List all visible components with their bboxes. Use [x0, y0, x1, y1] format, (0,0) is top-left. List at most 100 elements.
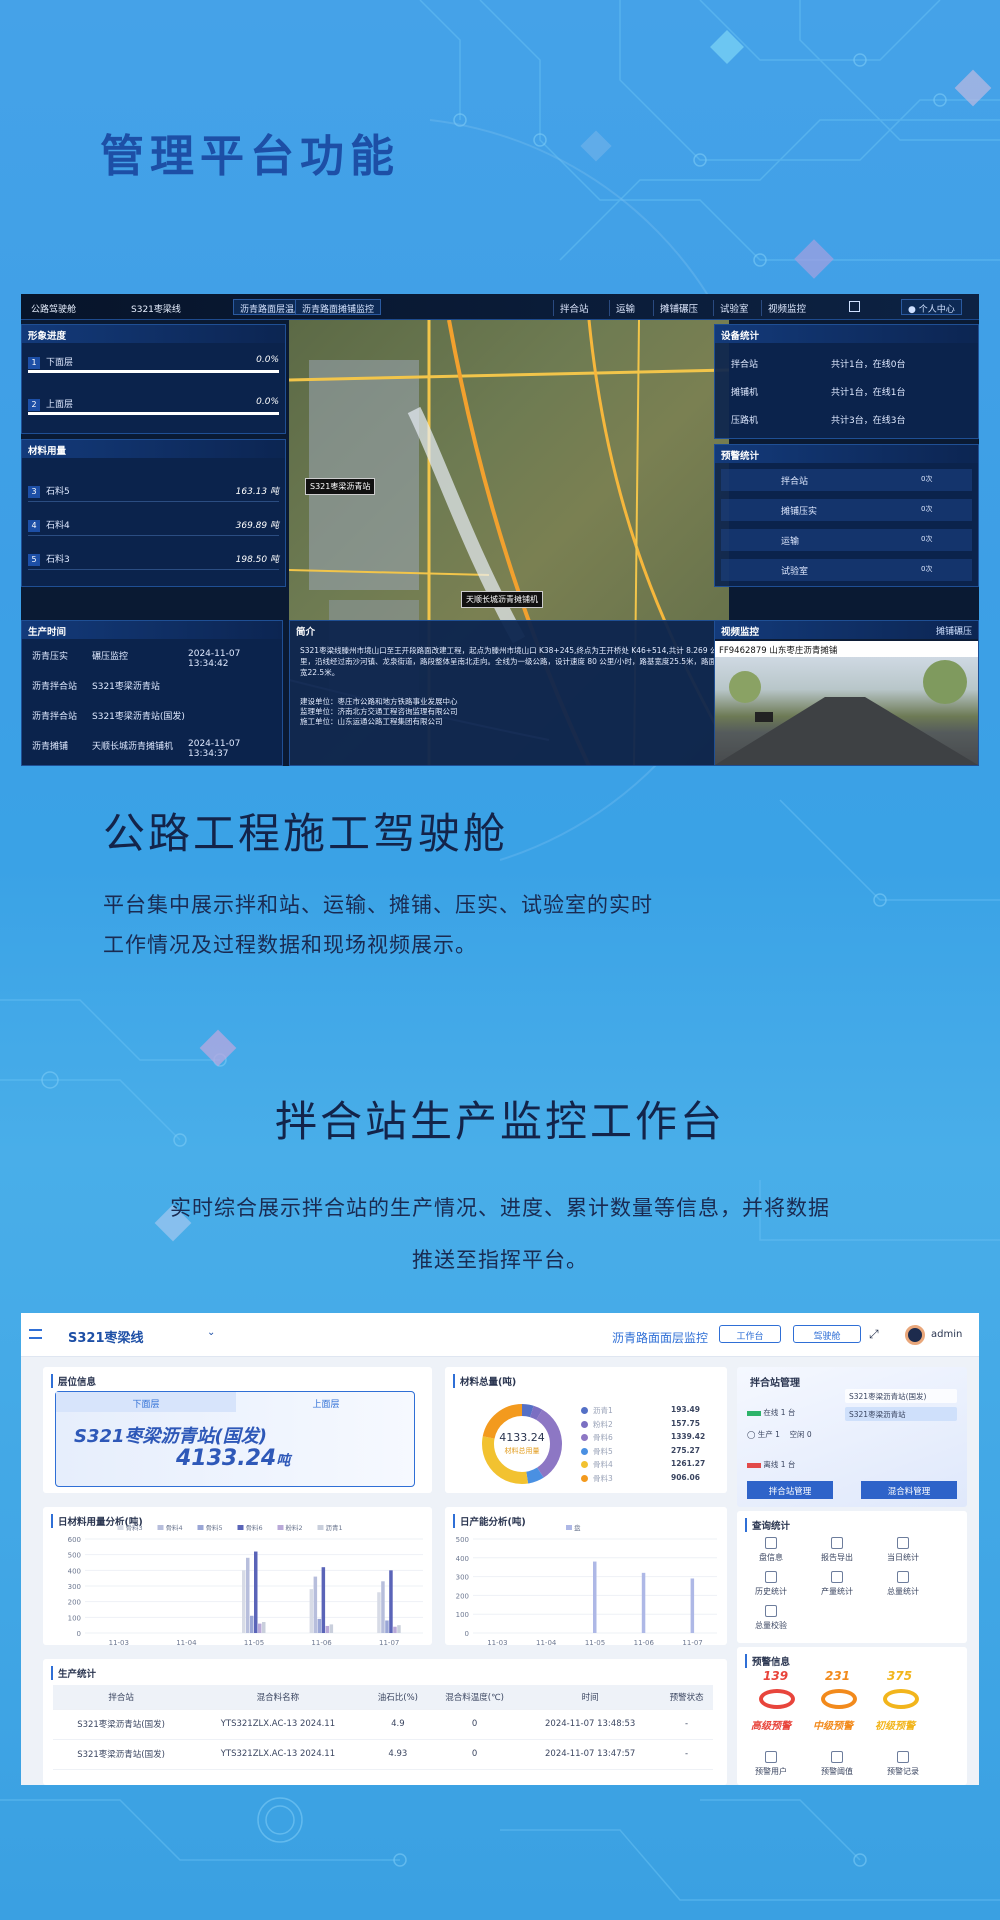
station-list-item[interactable]: S321枣梁沥青站	[845, 1407, 957, 1421]
bar	[393, 1626, 397, 1633]
calendar-icon	[897, 1537, 909, 1549]
query-item[interactable]: 报告导出	[807, 1537, 867, 1563]
avatar[interactable]	[905, 1325, 925, 1345]
material-donut-chart	[482, 1404, 562, 1484]
username[interactable]: admin	[931, 1329, 962, 1340]
x-tick-label: 11-06	[634, 1639, 655, 1645]
legend-swatch	[237, 1525, 244, 1530]
section-title-cockpit: 公路工程施工驾驶舱	[103, 809, 509, 858]
video-select[interactable]: 摊铺碾压	[936, 624, 972, 637]
row-device: 碾压监控	[92, 652, 129, 662]
desc-line: 平台集中展示拌和站、运输、摊铺、压实、试验室的实时	[103, 893, 653, 917]
offline-indicator-icon	[747, 1462, 761, 1468]
user-center-label: 个人中心	[918, 305, 955, 315]
mixing-station-monitor-screenshot: S321枣梁线 ⌄ 沥青路面面层监控 工作台 驾驶舱 ⤢ admin 层位信息 …	[21, 1313, 979, 1785]
x-tick-label: 11-05	[585, 1639, 605, 1645]
row-label: 石料5	[46, 487, 70, 497]
map-label-paver[interactable]: 天顺长城沥青摊铺机	[461, 591, 543, 608]
x-tick-label: 11-03	[487, 1639, 507, 1645]
material-row: 5 石料3 198.50 吨	[28, 548, 279, 570]
bar	[313, 1576, 318, 1633]
nav-transport[interactable]: 运输	[609, 300, 641, 316]
chevron-down-icon[interactable]: ⌄	[207, 1327, 215, 1338]
alert-level-label[interactable]: 高级预警	[751, 1717, 791, 1732]
legend-value: 275.27	[671, 1445, 700, 1455]
row-label: 拌合站	[781, 477, 809, 487]
alert-action[interactable]: 预警阈值	[807, 1751, 867, 1777]
table-row[interactable]: S321枣梁沥青站(国发) YTS321ZLX.AC-13 2024.11 4.9 0…	[53, 1709, 713, 1740]
intro-units: 建设单位：枣庄市公路和地方铁路事业发展中心 监理单位：济南北方交通工程咨询监理有…	[300, 697, 458, 727]
query-item-label: 总量校验	[755, 1621, 787, 1630]
alert-action[interactable]: 预警记录	[873, 1751, 933, 1777]
construction-cockpit-screenshot: 公路驾驶舱 S321枣梁线 沥青路面层温度监控 沥青路面摊铺监控 拌合站 运输 …	[21, 294, 979, 766]
project-select[interactable]: S321枣梁线	[68, 1327, 144, 1346]
query-item[interactable]: 当日统计	[873, 1537, 933, 1563]
legend-swatch	[197, 1525, 204, 1530]
nav-lab[interactable]: 试验室	[713, 300, 755, 316]
fullscreen-icon[interactable]	[849, 301, 860, 312]
equipment-row: 拌合站 共计1台，在线0台	[721, 353, 972, 375]
fullscreen-icon[interactable]: ⤢	[869, 1327, 879, 1342]
legend-value: 1339.42	[671, 1432, 706, 1441]
bar	[593, 1561, 597, 1633]
video-monitor-panel: 视频监控 摊铺碾压 FF9462879 山东枣庄沥青摊铺	[714, 620, 979, 766]
map-label-station[interactable]: S321枣梁沥青站	[305, 478, 376, 495]
bar	[317, 1618, 322, 1633]
user-center-button[interactable]: ● 个人中心	[901, 299, 962, 315]
nav-video[interactable]: 视频监控	[761, 300, 812, 316]
alert-level-label[interactable]: 中级预警	[813, 1717, 853, 1732]
panel-title: 设备统计	[715, 325, 978, 343]
alert-action[interactable]: 预警用户	[741, 1751, 801, 1777]
card-title: 生产统计	[51, 1666, 96, 1680]
panel-title: 预警统计	[715, 445, 978, 463]
cockpit-button[interactable]: 驾驶舱	[793, 1325, 861, 1343]
workbench-button[interactable]: 工作台	[719, 1325, 781, 1343]
material-row: 3 石料5 163.13 吨	[28, 480, 279, 502]
card-title: 查询统计	[745, 1518, 790, 1532]
tab-upper-layer[interactable]: 上面层	[236, 1392, 416, 1412]
panel-title: 简介	[296, 627, 316, 638]
query-item[interactable]: 历史统计	[741, 1571, 801, 1597]
query-item[interactable]: 盘信息	[741, 1537, 801, 1563]
warning-row: 拌合站 0次	[721, 469, 972, 491]
bar	[690, 1578, 695, 1633]
table-cell: 4.9	[366, 1709, 430, 1740]
warning-row: 摊铺压实 0次	[721, 499, 972, 521]
x-tick-label: 11-04	[536, 1639, 557, 1645]
menu-icon[interactable]	[29, 1329, 42, 1339]
warning-row: 运输 0次	[721, 529, 972, 551]
y-tick-label: 600	[68, 1536, 81, 1544]
nav-paving-compaction[interactable]: 摊铺碾压	[653, 300, 704, 316]
bar	[254, 1551, 258, 1633]
legend-item: 骨料6 1339.42	[581, 1432, 721, 1446]
status-label: 离线 1 台	[763, 1460, 796, 1469]
row-label: 下面层	[46, 358, 74, 368]
card-title: 层位信息	[51, 1374, 96, 1388]
poster: 管理平台功能 公路驾驶舱 S321枣梁线 沥青路面层温度监控 沥青路面摊铺监控 …	[0, 0, 1000, 1920]
row-type: 沥青拌合站	[32, 712, 78, 722]
nav-mixing-station[interactable]: 拌合站	[553, 300, 595, 316]
bar	[381, 1581, 385, 1633]
query-item-label: 历史统计	[755, 1587, 787, 1596]
row-device: S321枣梁沥青站(国发)	[92, 712, 185, 722]
alert-action-label: 预警阈值	[821, 1767, 853, 1776]
query-item[interactable]: 总量统计	[873, 1571, 933, 1597]
query-item[interactable]: 总量校验	[741, 1605, 801, 1631]
alert-level-label[interactable]: 初级预警	[875, 1717, 915, 1732]
legend-item: 骨料3 906.06	[581, 1473, 721, 1487]
table-row[interactable]: S321枣梁沥青站(国发) YTS321ZLX.AC-13 2024.11 4.93…	[53, 1739, 713, 1770]
panel-title: 生产时间	[22, 621, 282, 639]
query-item[interactable]: 产量统计	[807, 1571, 867, 1597]
video-feed[interactable]	[715, 657, 978, 765]
table-cell: 0	[429, 1709, 521, 1740]
unit-line: 施工单位：山东运通公路工程集团有限公司	[300, 717, 443, 726]
mixing-station-mgmt-button[interactable]: 拌合站管理	[747, 1481, 833, 1499]
column-header: 时间	[520, 1685, 661, 1710]
card-title: 拌合站管理	[750, 1378, 800, 1389]
mix-material-mgmt-button[interactable]: 混合料管理	[861, 1481, 957, 1499]
card-title: 预警信息	[745, 1654, 790, 1668]
tab-lower-layer[interactable]: 下面层	[56, 1392, 236, 1412]
station-list-item[interactable]: S321枣梁沥青站(国发)	[845, 1389, 957, 1403]
top-tab-2[interactable]: 沥青路面摊铺监控	[295, 299, 382, 315]
progress-row-lower: 1 下面层 0.0%	[28, 351, 279, 373]
